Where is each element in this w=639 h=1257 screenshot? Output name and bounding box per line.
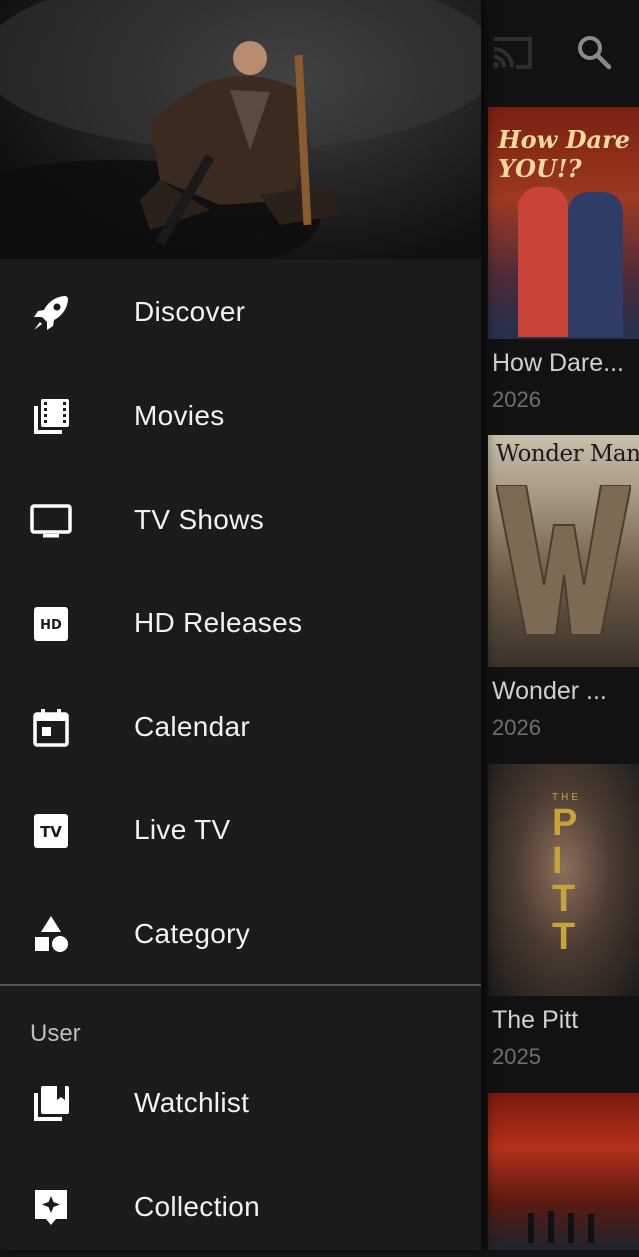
nav-label: Calendar bbox=[134, 711, 251, 742]
card-title: How Dare... bbox=[492, 349, 624, 377]
nav-item-live-tv[interactable]: TV Live TV bbox=[0, 780, 481, 880]
hd-icon: HD bbox=[34, 607, 68, 641]
card-title: The Pitt bbox=[492, 1006, 579, 1034]
poster-how-dare-you: How Dare YOU!? bbox=[488, 107, 639, 339]
nav-item-category[interactable]: Category bbox=[0, 884, 481, 984]
poster-figure bbox=[568, 192, 623, 337]
nav-item-discover[interactable]: Discover bbox=[0, 262, 481, 362]
collection-icon bbox=[35, 1190, 67, 1225]
watchlist-icon bbox=[34, 1086, 69, 1121]
poster-figure bbox=[588, 1214, 594, 1243]
card-year: 2026 bbox=[492, 715, 541, 740]
live-tv-icon: TV bbox=[34, 814, 68, 848]
header-artwork bbox=[0, 0, 481, 259]
poster-title-text: Wonder Man bbox=[496, 441, 639, 467]
top-app-bar bbox=[490, 30, 639, 80]
poster-title-text: How Dare YOU!? bbox=[498, 125, 630, 183]
card-year: 2026 bbox=[492, 387, 541, 412]
media-card[interactable]: How Dare YOU!? How Dare... 2026 bbox=[488, 107, 639, 427]
nav-label: HD Releases bbox=[134, 607, 303, 638]
search-icon[interactable] bbox=[576, 34, 612, 70]
nav-item-tv-shows[interactable]: TV Shows bbox=[0, 470, 481, 570]
poster-figure bbox=[528, 1213, 534, 1243]
svg-text:HD: HD bbox=[40, 618, 62, 633]
section-header-user: User bbox=[30, 1020, 81, 1047]
drawer-divider bbox=[0, 984, 481, 986]
nav-label: TV Shows bbox=[134, 504, 264, 535]
media-card[interactable]: THE PITT The Pitt 2025 bbox=[488, 764, 639, 1084]
nav-item-hd-releases[interactable]: HD HD Releases bbox=[0, 573, 481, 673]
nav-item-collection[interactable]: Collection bbox=[0, 1157, 481, 1257]
nav-label: Movies bbox=[134, 400, 225, 431]
poster-figure bbox=[548, 1211, 554, 1243]
drawer-header-image bbox=[0, 0, 481, 259]
card-title: Wonder ... bbox=[492, 677, 607, 705]
poster-title-text: PITT bbox=[552, 802, 578, 958]
poster-wonder-man: Wonder Man bbox=[488, 435, 639, 667]
nav-item-calendar[interactable]: Calendar bbox=[0, 677, 481, 777]
svg-text:TV: TV bbox=[40, 823, 62, 841]
poster-image bbox=[488, 1093, 639, 1250]
poster-w-graphic bbox=[496, 485, 631, 635]
media-card[interactable]: Wonder Man Wonder ... 2026 bbox=[488, 435, 639, 755]
film-library-icon bbox=[34, 399, 69, 434]
nav-label: Watchlist bbox=[134, 1087, 250, 1118]
navigation-drawer: Discover Movies TV Shows HD HD Releases bbox=[0, 0, 481, 1250]
nav-label: Category bbox=[134, 918, 251, 949]
rocket-icon bbox=[34, 296, 68, 330]
nav-item-watchlist[interactable]: Watchlist bbox=[0, 1053, 481, 1153]
card-year: 2025 bbox=[492, 1044, 541, 1069]
poster-figure bbox=[518, 187, 568, 337]
nav-item-movies[interactable]: Movies bbox=[0, 366, 481, 466]
tv-icon bbox=[30, 504, 72, 538]
cast-icon[interactable] bbox=[490, 35, 534, 71]
calendar-icon bbox=[33, 709, 69, 747]
media-card[interactable] bbox=[488, 1093, 639, 1250]
nav-label: Live TV bbox=[134, 814, 231, 845]
poster-the-pitt: THE PITT bbox=[488, 764, 639, 996]
poster-figure bbox=[568, 1213, 574, 1243]
shapes-icon bbox=[35, 916, 68, 952]
nav-label: Collection bbox=[134, 1191, 260, 1222]
nav-label: Discover bbox=[134, 296, 246, 327]
